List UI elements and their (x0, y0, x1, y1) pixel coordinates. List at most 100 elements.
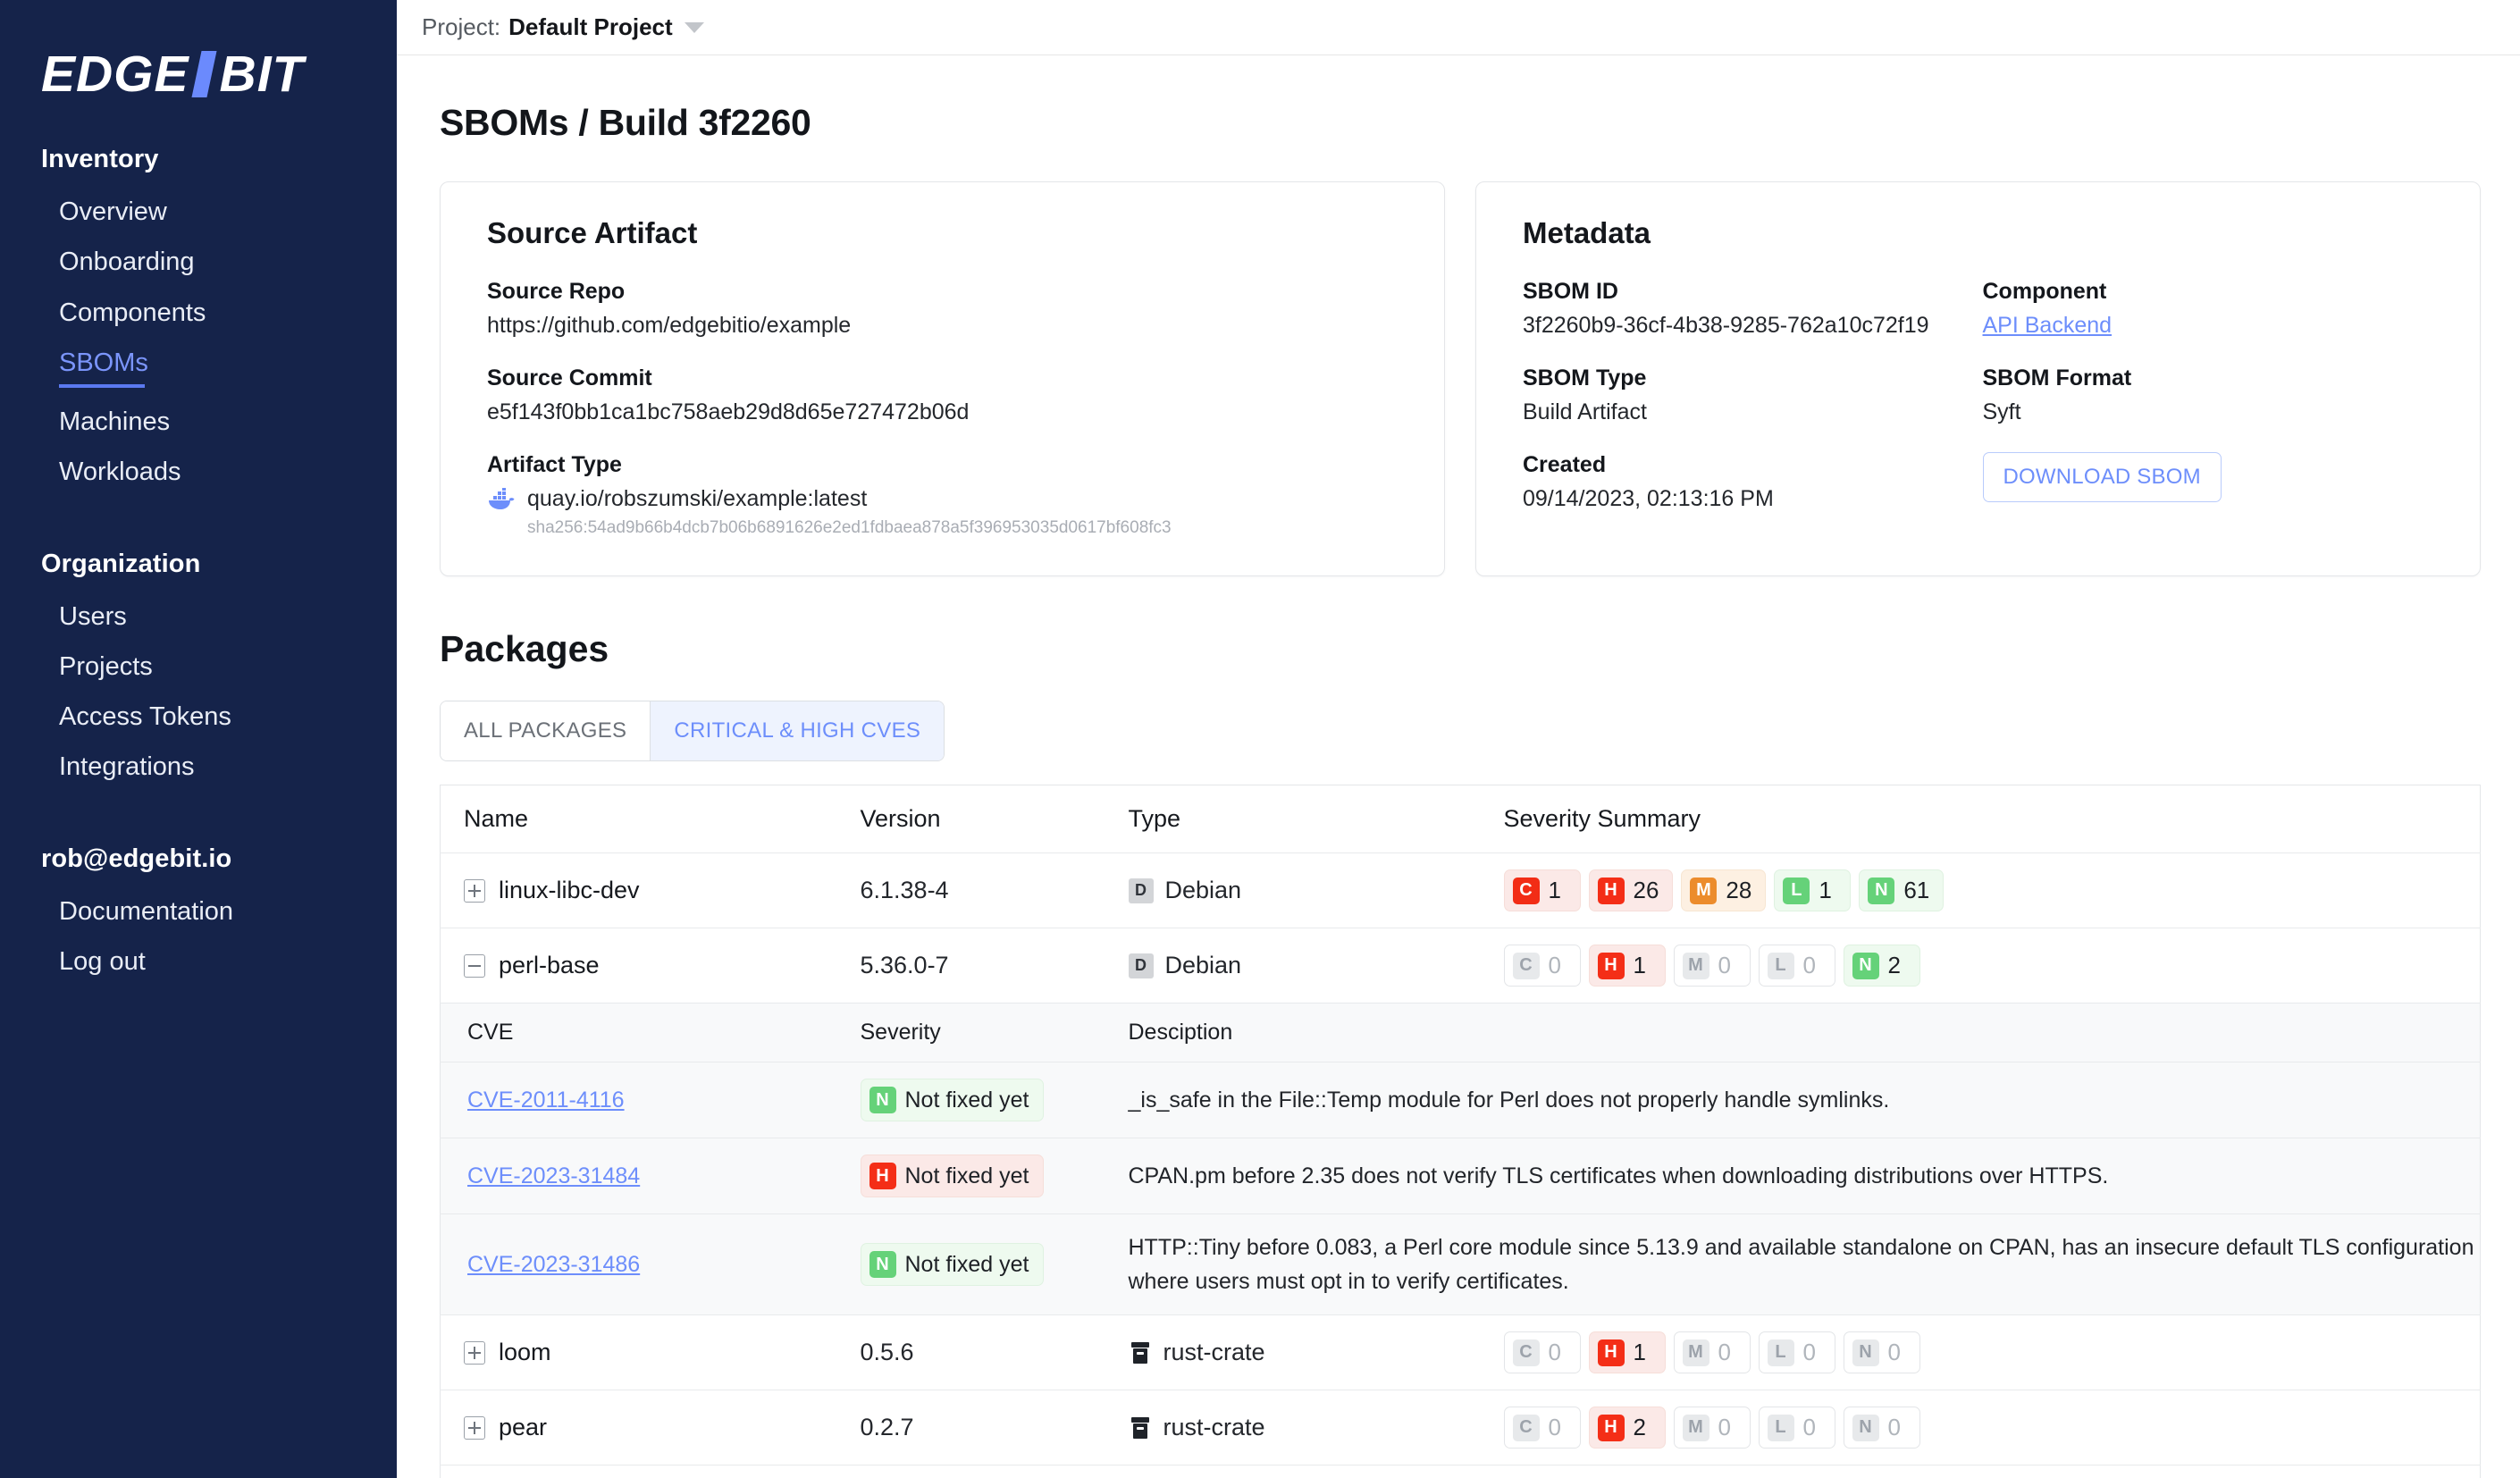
cve-row[interactable]: CVE-2023-31484 H Not fixed yet CPAN.pm b… (440, 1138, 2481, 1214)
severity-letter: H (1597, 1414, 1625, 1441)
chevron-down-icon[interactable] (684, 21, 704, 33)
field-label: Source Repo (487, 279, 626, 304)
artifact-image-value: quay.io/robszumski/example:latest (527, 486, 868, 511)
packages-table-head: Name Version Type Severity Summary (440, 785, 2481, 853)
sidebar-item-label: SBOMs (59, 348, 148, 377)
sidebar-item-access-tokens[interactable]: Access Tokens (0, 692, 397, 742)
severity-count: 2 (1633, 1414, 1646, 1440)
cve-status-badge: H Not fixed yet (860, 1155, 1045, 1197)
sidebar-item-integrations[interactable]: Integrations (0, 742, 397, 792)
table-row[interactable]: loom 0.5.6 rust-crate C 0 H 1 M 0 L 0 N … (440, 1314, 2481, 1390)
field-value: https://github.com/edgebitio/example (487, 313, 852, 338)
tab-all-packages[interactable]: ALL PACKAGES (441, 701, 651, 760)
cell-cve-severity: N Not fixed yet (860, 1062, 1129, 1138)
severity-pill-negligible[interactable]: N 61 (1859, 869, 1945, 911)
sidebar-item-machines[interactable]: Machines (0, 397, 397, 447)
table-row[interactable]: perl-base 5.36.0-7 D Debian C 0 H 1 M 0 … (440, 928, 2481, 1004)
expand-row-icon[interactable] (464, 1415, 485, 1440)
sidebar-item-label: Workloads (59, 458, 181, 487)
severity-pill-critical[interactable]: C0 (1503, 1331, 1581, 1373)
sidebar-item-workloads[interactable]: Workloads (0, 447, 397, 497)
expand-row-icon[interactable] (464, 878, 485, 903)
severity-letter: H (1597, 952, 1625, 979)
severity-pill-high[interactable]: H 26 (1588, 869, 1674, 911)
severity-summary: C1 H 26 M 28 L1 N 61 (1503, 869, 2481, 911)
field-sbom-id: SBOM ID 3f2260b9-36cf-4b38-9285-762a10c7… (1523, 279, 1974, 339)
severity-count: 0 (1548, 1414, 1561, 1440)
sidebar-item-projects[interactable]: Projects (0, 642, 397, 692)
cve-row[interactable]: CVE-2011-4116 N Not fixed yet _is_safe i… (440, 1062, 2481, 1138)
severity-pill-critical[interactable]: C0 (1503, 1407, 1581, 1449)
severity-pill-critical[interactable]: C0 (1503, 945, 1581, 987)
cve-subtable-header-row: CVE Severity Desciption (440, 1003, 2481, 1062)
edgebit-logo[interactable]: EDGE BIT (0, 43, 397, 105)
project-selector-value[interactable]: Default Project (508, 13, 673, 41)
severity-pill-negligible[interactable]: N0 (1843, 1331, 1920, 1373)
cve-link[interactable]: CVE-2023-31486 (467, 1252, 640, 1277)
table-row[interactable]: pear 0.2.7 rust-crate C 0 H 2 M 0 L 0 N … (440, 1390, 2481, 1465)
severity-pill-negligible[interactable]: N2 (1843, 945, 1920, 987)
severity-pill-low[interactable]: L1 (1774, 869, 1852, 911)
cve-link[interactable]: CVE-2011-4116 (467, 1088, 625, 1113)
sidebar-item-documentation[interactable]: Documentation (0, 886, 397, 936)
sidebar-item-overview[interactable]: Overview (0, 187, 397, 237)
severity-count: 0 (1802, 1414, 1816, 1440)
main-area: Project: Default Project SBOMs / Build 3… (397, 0, 2520, 1478)
page-title: SBOMs / Build 3f2260 (440, 102, 811, 143)
severity-letter: N (1868, 877, 1895, 904)
field-label: Created (1523, 452, 1607, 477)
column-header-version[interactable]: Version (860, 785, 1129, 853)
column-header-name[interactable]: Name (440, 785, 861, 853)
severity-pill-low[interactable]: L0 (1758, 1331, 1835, 1373)
cell-cve-severity: N Not fixed yet (860, 1213, 1129, 1315)
severity-pill-medium[interactable]: M0 (1673, 1331, 1751, 1373)
cell-severity-summary: C1 H 26 M 28 L1 N 61 (1503, 852, 2481, 928)
severity-pill-critical[interactable]: C1 (1503, 869, 1581, 911)
severity-pill-low[interactable]: L0 (1758, 945, 1835, 987)
sidebar-item-users[interactable]: Users (0, 592, 397, 642)
column-header-type[interactable]: Type (1128, 785, 1504, 853)
severity-pill-high[interactable]: H1 (1588, 945, 1666, 987)
severity-letter: H (1597, 1339, 1625, 1366)
severity-pill-low[interactable]: L0 (1758, 1407, 1835, 1449)
severity-pill-medium[interactable]: M0 (1673, 945, 1751, 987)
severity-letter: L (1783, 877, 1810, 904)
severity-pill-negligible[interactable]: N0 (1843, 1407, 1920, 1449)
field-value: Build Artifact (1523, 399, 1647, 424)
cve-status-text: Not fixed yet (904, 1163, 1029, 1188)
crate-icon (1129, 1415, 1152, 1440)
sidebar-item-onboarding[interactable]: Onboarding (0, 237, 397, 287)
field-value: 09/14/2023, 02:13:16 PM (1523, 486, 1774, 511)
cve-column-header-cve: CVE (440, 1003, 861, 1062)
cell-name: webpki (440, 1465, 861, 1478)
severity-pill-medium[interactable]: M0 (1673, 1407, 1751, 1449)
cell-cve-severity: H Not fixed yet (860, 1138, 1129, 1214)
cell-cve-id: CVE-2011-4116 (440, 1062, 861, 1138)
expand-row-icon[interactable] (464, 1340, 485, 1365)
sidebar-item-sboms[interactable]: SBOMs (0, 338, 397, 397)
sidebar-item-label: Users (59, 601, 127, 631)
severity-pill-high[interactable]: H2 (1588, 1407, 1666, 1449)
sidebar-item-logout[interactable]: Log out (0, 936, 397, 987)
download-sbom-button[interactable]: DOWNLOAD SBOM (1982, 452, 2222, 502)
collapse-row-icon[interactable] (464, 953, 485, 978)
field-created: Created 09/14/2023, 02:13:16 PM (1523, 452, 1974, 512)
package-name: linux-libc-dev (499, 877, 640, 903)
severity-pill-high[interactable]: H1 (1588, 1331, 1666, 1373)
column-header-severity[interactable]: Severity Summary (1503, 785, 2481, 853)
cve-row[interactable]: CVE-2023-31486 N Not fixed yet HTTP::Tin… (440, 1213, 2481, 1315)
table-row[interactable]: linux-libc-dev 6.1.38-4 D Debian C 1 H 2… (440, 852, 2481, 928)
severity-pill-medium[interactable]: M 28 (1681, 869, 1767, 911)
severity-summary: C0 H1 M0 L0 N2 (1503, 945, 2481, 987)
sidebar: EDGE BIT Inventory Overview Onboarding C… (0, 0, 397, 1478)
logo-right: BIT (219, 45, 305, 103)
table-row[interactable]: webpki 0.22.0 (440, 1465, 2481, 1478)
cve-link[interactable]: CVE-2023-31484 (467, 1163, 640, 1188)
severity-count: 28 (1726, 877, 1752, 903)
package-type: Debian (1164, 952, 1242, 978)
component-link[interactable]: API Backend (1983, 313, 2434, 339)
sidebar-item-components[interactable]: Components (0, 288, 397, 338)
tab-critical-high-cves[interactable]: CRITICAL & HIGH CVES (651, 701, 945, 760)
field-value: e5f143f0bb1ca1bc758aeb29d8d65e727472b06d (487, 399, 970, 424)
severity-count: 1 (1633, 952, 1646, 978)
